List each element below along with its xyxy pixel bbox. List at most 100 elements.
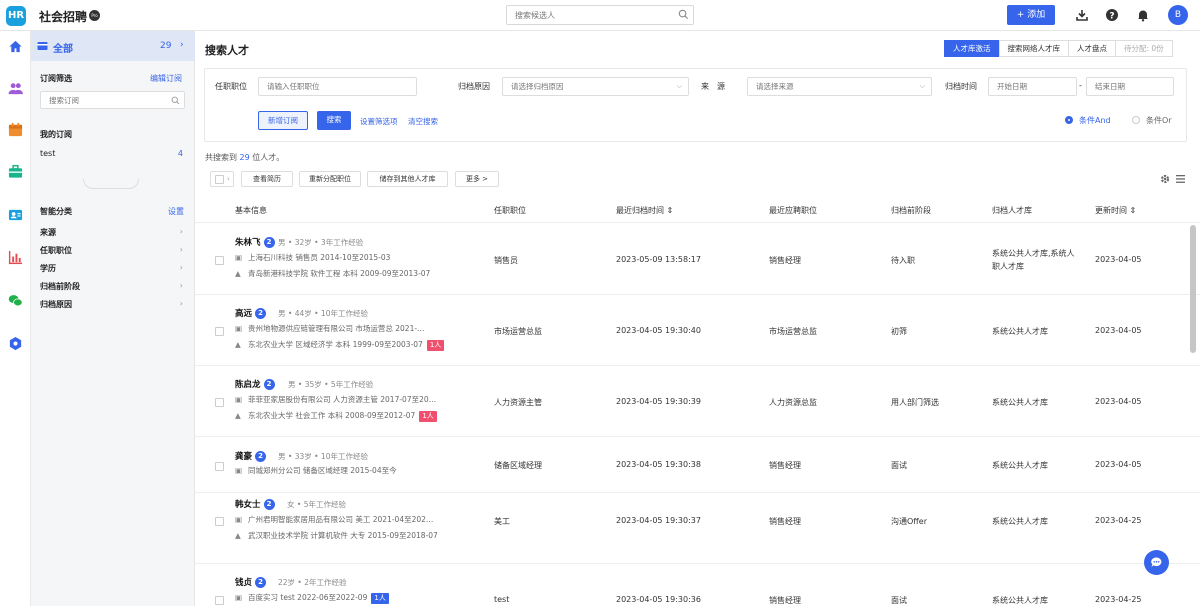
collapse-handle[interactable] (83, 179, 139, 189)
settings-hex-icon[interactable] (8, 336, 23, 351)
reason-select[interactable]: ⌵ (502, 77, 689, 96)
select-all-dropdown[interactable]: › (210, 171, 234, 187)
search-icon[interactable] (171, 96, 180, 105)
wechat-icon[interactable] (8, 293, 23, 308)
calendar-icon[interactable] (8, 122, 23, 137)
chat-icon (1151, 557, 1162, 567)
education: ▲ 东北农业大学 社会工作 本科 2008-09至2012-07 1人 (235, 410, 437, 422)
end-date-input[interactable] (1095, 78, 1171, 95)
end-date-field[interactable] (1086, 77, 1174, 96)
subscription-name: test (40, 149, 56, 158)
position-input[interactable] (267, 78, 406, 95)
list-view-icon[interactable] (1176, 175, 1185, 183)
table-row[interactable]: 钱贞 2 22岁 • 2年工作经验 ▣ 百度实习 test 2022-06至2022… (195, 564, 1200, 606)
category-item-stage[interactable]: 归档前阶段 › (40, 281, 186, 292)
table-row[interactable]: 陈启龙 2 男 • 35岁 • 5年工作经验 ▣ 菲菲亚家居股份有限公司 人力资源主… (195, 366, 1200, 437)
start-date-input[interactable] (997, 78, 1074, 95)
set-filter-link[interactable]: 设置筛选项 (360, 116, 398, 127)
more-button[interactable]: 更多 > (455, 171, 499, 187)
add-button[interactable]: + 添加 (1007, 5, 1055, 25)
chevron-right-icon: › (179, 227, 183, 236)
chevron-right-icon: › (179, 263, 183, 272)
search-button[interactable]: 搜索 (317, 111, 351, 130)
view-resume-button[interactable]: 查看简历 (241, 171, 293, 187)
checkbox[interactable] (215, 175, 224, 184)
search-icon[interactable] (678, 9, 689, 20)
table-row[interactable]: 韩女士 2 女 • 5年工作经验 ▣ 广州君明智能家居用品有限公司 美工 2021-… (195, 493, 1200, 564)
help-icon[interactable]: ? (1105, 8, 1119, 22)
app-logo[interactable]: HR (6, 6, 26, 26)
talent-pool-icon[interactable] (8, 207, 23, 222)
candidate-name[interactable]: 高远 2 (235, 307, 267, 319)
row-checkbox[interactable] (215, 327, 224, 336)
home-icon[interactable] (8, 39, 23, 54)
global-search[interactable] (506, 5, 694, 25)
reassign-position-button[interactable]: 重新分配职位 (299, 171, 361, 187)
chevron-right-icon[interactable]: › (180, 40, 184, 50)
candidate-name[interactable]: 陈启龙 2 (235, 378, 275, 390)
work-history: ▣ 菲菲亚家居股份有限公司 人力资源主管 2017-07至20… (235, 395, 437, 404)
svg-text:?: ? (1109, 12, 1114, 22)
category-item-reason[interactable]: 归档原因 › (40, 299, 186, 310)
category-item-education[interactable]: 学历 › (40, 263, 186, 274)
people-icon[interactable] (8, 81, 23, 96)
briefcase-icon: ▣ (235, 324, 243, 333)
row-checkbox[interactable] (215, 462, 224, 471)
table-row[interactable]: 龚豪 2 男 • 33岁 • 10年工作经验 ▣ 同城郑州分公司 储备区域经理 20… (195, 437, 1200, 493)
position-field[interactable] (258, 77, 417, 96)
all-talents-item[interactable]: 全部 29 › (31, 31, 195, 61)
gear-icon[interactable] (1160, 174, 1170, 184)
radio-and[interactable]: 条件And (1065, 115, 1111, 126)
row-checkbox[interactable] (215, 256, 224, 265)
all-label: 全部 (53, 44, 73, 55)
chevron-down-icon: ⌵ (676, 82, 682, 90)
clear-search-link[interactable]: 清空搜索 (408, 116, 438, 127)
start-date-field[interactable] (988, 77, 1077, 96)
chat-button[interactable] (1144, 550, 1169, 575)
row-checkbox[interactable] (215, 398, 224, 407)
view-tabs: 人才库激活 搜索网络人才库 人才盘点 待分配: 0份 (944, 40, 1173, 57)
chart-icon[interactable] (8, 250, 23, 265)
table-row[interactable]: 朱林飞 2 男 • 32岁 • 3年工作经验 ▣ 上海石川科技 销售员 2014-1… (195, 224, 1200, 295)
vertical-scrollbar[interactable] (1190, 225, 1196, 353)
work-history: ▣ 上海石川科技 销售员 2014-10至2015-03 (235, 253, 391, 262)
user-avatar[interactable]: B (1168, 5, 1188, 25)
radio-or[interactable]: 条件Or (1132, 115, 1172, 126)
briefcase-icon[interactable] (8, 164, 23, 179)
source-select[interactable]: ⌵ (747, 77, 932, 96)
candidate-meta: 男 • 32岁 • 3年工作经验 (278, 238, 364, 247)
candidate-name[interactable]: 韩女士 2 (235, 498, 275, 510)
table-row[interactable]: 高远 2 男 • 44岁 • 10年工作经验 ▣ 贵州地物源供应链管理有限公司 市场… (195, 295, 1200, 366)
archived-time-sort[interactable]: 最近归档时间 ⇕ (616, 205, 673, 216)
row-checkbox[interactable] (215, 596, 224, 605)
updated-time-sort[interactable]: 更新时间 ⇕ (1095, 205, 1136, 216)
tab-talent-activation[interactable]: 人才库激活 (944, 40, 1000, 57)
tab-talent-inventory[interactable]: 人才盘点 (1068, 40, 1116, 57)
tab-network-search[interactable]: 搜索网络人才库 (998, 40, 1069, 57)
tab-pending-assign[interactable]: 待分配: 0份 (1115, 40, 1173, 57)
candidate-name[interactable]: 龚豪 2 (235, 450, 267, 462)
subscription-search-input[interactable] (49, 92, 169, 108)
row-checkbox[interactable] (215, 517, 224, 526)
new-subscription-button[interactable]: 新增订阅 (258, 111, 308, 130)
download-icon[interactable] (1075, 8, 1089, 22)
education: ▲ 东北农业大学 区域经济学 本科 1999-09至2003-07 1人 (235, 339, 445, 351)
chevron-right-icon: › (179, 245, 183, 254)
edit-subscription-link[interactable]: 编辑订阅 (150, 73, 182, 84)
category-item-source[interactable]: 来源 › (40, 227, 186, 238)
subscription-search[interactable] (40, 91, 185, 109)
candidate-name[interactable]: 朱林飞 2 (235, 236, 275, 248)
smart-category-label: 智能分类 (40, 207, 72, 216)
position-label: 任职职位 (215, 82, 247, 91)
source-input[interactable] (756, 78, 918, 95)
subscription-filter-label: 订阅筛选 (40, 74, 72, 83)
category-item-position[interactable]: 任职职位 › (40, 245, 186, 256)
global-search-input[interactable] (515, 6, 675, 24)
save-to-pool-button[interactable]: 储存到其他人才库 (367, 171, 448, 187)
bell-icon[interactable] (1136, 8, 1150, 22)
category-settings-link[interactable]: 设置 (168, 206, 184, 217)
subscription-item-test[interactable]: test 4 (40, 149, 186, 158)
candidate-name[interactable]: 钱贞 2 (235, 576, 267, 588)
radio-on-icon (1065, 116, 1073, 124)
reason-input[interactable] (511, 78, 674, 95)
